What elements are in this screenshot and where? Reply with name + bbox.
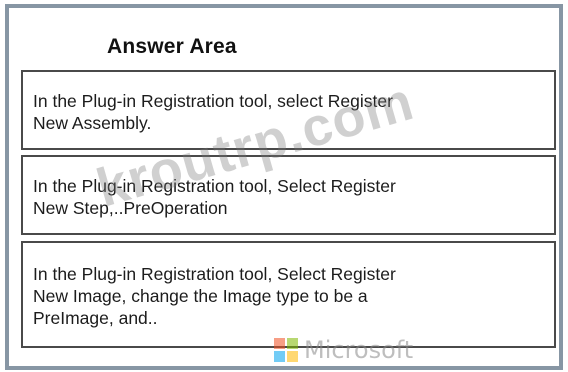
answer-step-1[interactable]: In the Plug-in Registration tool, select…	[21, 70, 556, 150]
step-3-line-3: PreImage, and..	[33, 308, 158, 328]
step-1-line-1: In the Plug-in Registration tool, select…	[33, 91, 393, 111]
step-2-line-1: In the Plug-in Registration tool, Select…	[33, 176, 396, 196]
answer-step-3[interactable]: In the Plug-in Registration tool, Select…	[21, 241, 556, 348]
step-2-line-2: New Step,..PreOperation	[33, 198, 228, 218]
answer-step-2[interactable]: In the Plug-in Registration tool, Select…	[21, 155, 556, 235]
answer-area-title: Answer Area	[107, 35, 237, 58]
step-3-line-2: New Image, change the Image type to be a	[33, 286, 368, 306]
step-1-line-2: New Assembly.	[33, 113, 152, 133]
step-3-line-1: In the Plug-in Registration tool, Select…	[33, 264, 396, 284]
